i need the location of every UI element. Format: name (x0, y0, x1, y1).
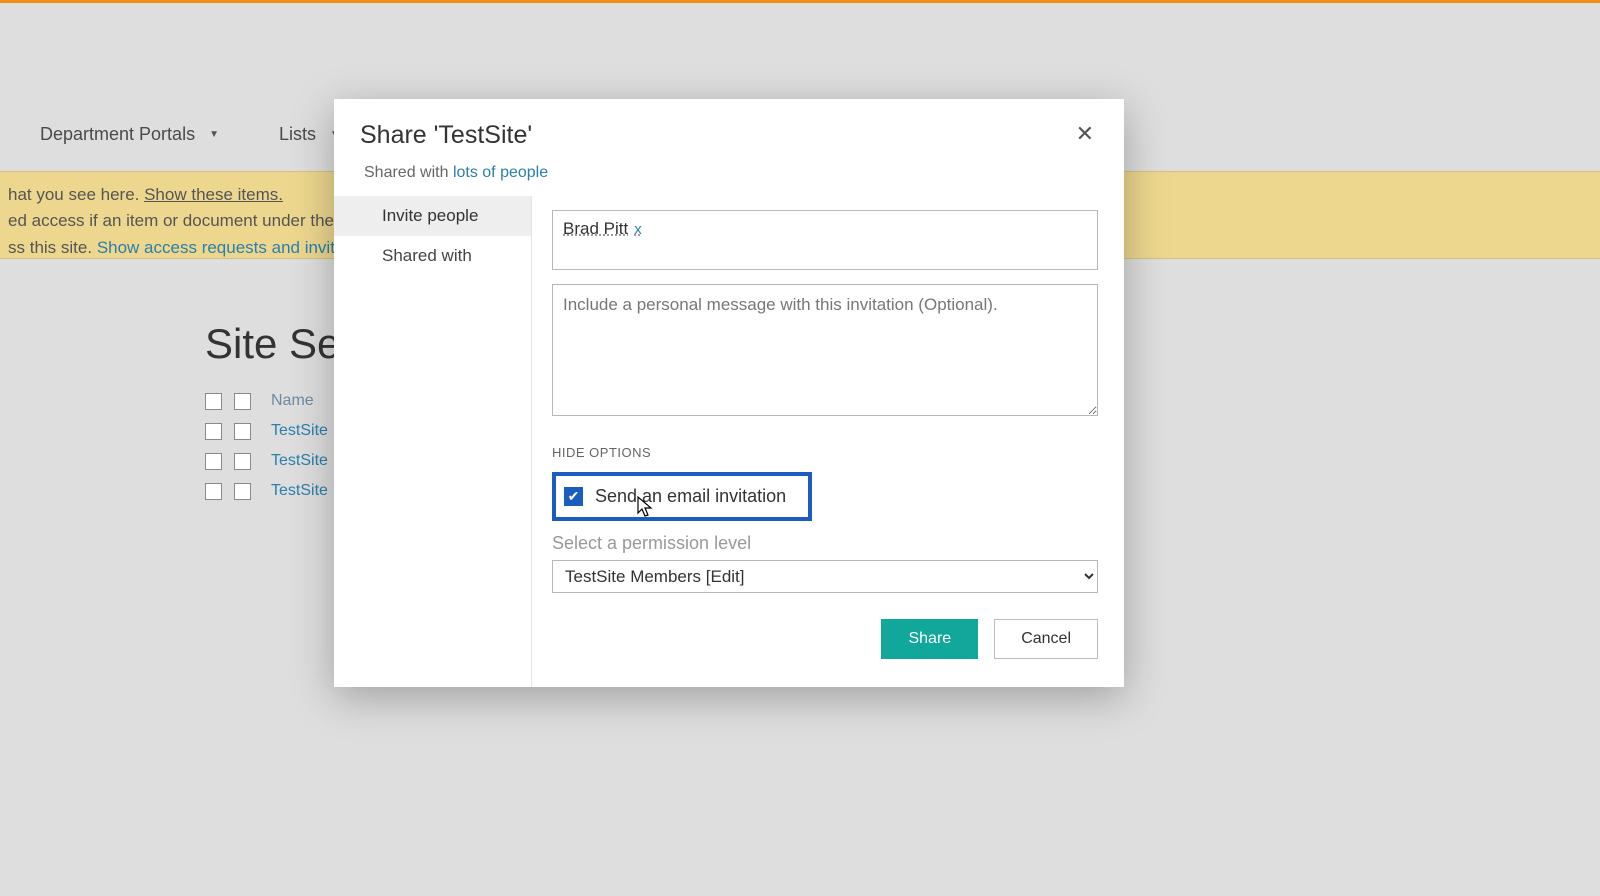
close-icon[interactable]: ✕ (1072, 121, 1098, 147)
column-checkbox[interactable] (234, 393, 251, 410)
banner-text: hat you see here. (8, 185, 144, 204)
chip-name: Brad Pitt (563, 219, 628, 239)
nav-label: Lists (279, 124, 316, 145)
shared-prefix: Shared with (364, 164, 453, 181)
select-all-checkbox[interactable] (205, 393, 222, 410)
permission-level-label: Select a permission level (552, 533, 1098, 554)
chip-remove-icon[interactable]: x (634, 221, 642, 238)
share-button[interactable]: Share (881, 619, 978, 659)
nav-label: Department Portals (40, 124, 195, 145)
cancel-button[interactable]: Cancel (994, 619, 1098, 659)
share-dialog: Share 'TestSite' ✕ Shared with lots of p… (334, 99, 1124, 687)
shared-with-link[interactable]: lots of people (453, 164, 548, 181)
row-checkbox[interactable] (234, 483, 251, 500)
tab-shared-with[interactable]: Shared with (334, 236, 531, 276)
banner-text: ss this site. (8, 238, 97, 257)
dialog-title: Share 'TestSite' (360, 121, 532, 150)
show-access-requests-link[interactable]: Show access requests and invitation (97, 238, 372, 257)
email-invitation-label: Send an email invitation (595, 486, 786, 507)
people-picker[interactable]: Brad Pitt x (552, 210, 1098, 270)
row-checkbox[interactable] (234, 423, 251, 440)
shared-with-text: Shared with lots of people (334, 154, 1124, 196)
dialog-tabs: Invite people Shared with (334, 196, 532, 687)
row-link[interactable]: TestSite (271, 482, 328, 500)
dialog-body: Invite people Shared with Brad Pitt x HI… (334, 196, 1124, 687)
nav-item-lists[interactable]: Lists ▼ (279, 124, 340, 145)
permission-level-select[interactable]: TestSite Members [Edit] (552, 560, 1098, 593)
dialog-actions: Share Cancel (552, 619, 1098, 659)
row-checkbox[interactable] (205, 423, 222, 440)
dialog-header: Share 'TestSite' ✕ (334, 99, 1124, 154)
accent-bar (0, 0, 1600, 3)
row-checkbox[interactable] (205, 453, 222, 470)
nav-item-department-portals[interactable]: Department Portals ▼ (40, 124, 219, 145)
tab-invite-people[interactable]: Invite people (334, 196, 531, 236)
email-invitation-checkbox[interactable]: ✔ (564, 487, 583, 506)
people-chip[interactable]: Brad Pitt x (563, 219, 642, 239)
dialog-form: Brad Pitt x HIDE OPTIONS ✔ Send an email… (532, 196, 1124, 687)
hide-options-toggle[interactable]: HIDE OPTIONS (552, 445, 1098, 460)
email-invitation-row: ✔ Send an email invitation (552, 472, 812, 521)
row-link[interactable]: TestSite (271, 452, 328, 470)
row-checkbox[interactable] (234, 453, 251, 470)
show-items-link[interactable]: Show these items. (144, 185, 283, 204)
column-header-name[interactable]: Name (271, 392, 314, 410)
row-checkbox[interactable] (205, 483, 222, 500)
caret-down-icon: ▼ (209, 129, 219, 140)
row-link[interactable]: TestSite (271, 422, 328, 440)
message-input[interactable] (552, 284, 1098, 416)
